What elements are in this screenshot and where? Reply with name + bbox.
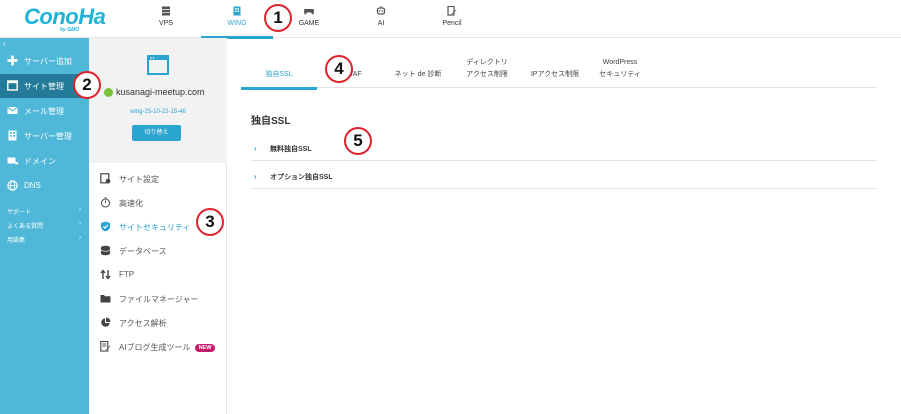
- window-icon: [7, 80, 18, 91]
- chevron-right-icon: ›: [254, 144, 257, 153]
- logo-subtext: by GMO: [60, 27, 80, 33]
- main-content: 独自SSL WAF ネット de 診断 ディレクトリ アクセス制限 IPアクセス…: [227, 38, 901, 414]
- topnav-ai-label: AI: [377, 20, 385, 27]
- sidebar-link-faq[interactable]: よくある質問 ›: [7, 221, 85, 230]
- chevron-right-icon: ›: [79, 207, 81, 213]
- tab-net-diagnosis[interactable]: ネット de 診断: [387, 58, 449, 88]
- submenu-label: FTP: [119, 270, 135, 279]
- section-title: 独自SSL: [251, 116, 291, 127]
- sidebar-item-mail-management[interactable]: メール管理: [0, 99, 89, 123]
- ai-doc-icon: [100, 341, 111, 352]
- submenu-label: サイトセキュリティ: [119, 223, 191, 232]
- annotation-marker-1: 1: [264, 4, 292, 32]
- sidebar-item-server-management[interactable]: サーバー管理: [0, 124, 89, 148]
- sidebar-item-add-server[interactable]: サーバー追加: [0, 49, 89, 73]
- submenu-label: AIブログ生成ツール NEW: [119, 342, 216, 353]
- submenu-ftp[interactable]: FTP: [89, 264, 227, 286]
- annotation-marker-5: 5: [344, 127, 372, 155]
- submenu-label: サイト設定: [119, 175, 159, 184]
- ai-chip-icon: [376, 6, 386, 15]
- sidebar-link-label: よくある質問: [7, 224, 44, 230]
- submenu-label-text: AIブログ生成ツール: [119, 343, 191, 352]
- sidebar-item-label: サーバー管理: [24, 132, 72, 141]
- globe-icon: [7, 180, 18, 191]
- sidebar-item-domain[interactable]: ドメイン: [0, 149, 89, 173]
- sidebar-item-label: サイト管理: [24, 82, 64, 91]
- transfer-arrows-icon: [100, 269, 111, 280]
- server-card: kusanagi-meetup.com wing-25-10-22-15-46 …: [89, 38, 227, 163]
- tab-wordpress-security[interactable]: WordPress セキュリティ: [587, 58, 653, 88]
- topnav-ai[interactable]: AI: [345, 0, 417, 38]
- tab-ip-access[interactable]: IPアクセス制限: [523, 58, 587, 88]
- topnav-vps-label: VPS: [158, 20, 173, 27]
- annotation-marker-2: 2: [73, 71, 101, 99]
- sidebar-link-glossary[interactable]: 用語集 ›: [7, 235, 85, 244]
- sidebar-link-label: 用語集: [7, 238, 26, 244]
- topnav-pencil[interactable]: Pencil: [416, 0, 488, 38]
- server-name: kusanagi-meetup.com: [116, 87, 205, 97]
- topnav-vps[interactable]: VPS: [130, 0, 202, 38]
- submenu-ai-blog-tool[interactable]: AIブログ生成ツール NEW: [89, 336, 227, 358]
- pie-chart-icon: [101, 317, 111, 327]
- submenu-label: 高速化: [119, 199, 143, 208]
- sidebar-item-label: ドメイン: [24, 157, 56, 166]
- tab-label-line1: WordPress: [602, 59, 638, 66]
- submenu-label: ファイルマネージャー: [119, 295, 199, 304]
- topnav-wing-label: WING: [227, 20, 247, 27]
- switch-server-button[interactable]: 切り替え: [132, 125, 181, 141]
- sidebar-item-label: DNS: [24, 181, 41, 190]
- tab-label: 独自SSL: [265, 71, 293, 78]
- building-icon: [8, 130, 17, 141]
- server-id: wing-25-10-22-15-46: [130, 109, 186, 115]
- submenu-file-manager[interactable]: ファイルマネージャー: [89, 288, 227, 310]
- topnav-wing[interactable]: WING: [201, 0, 273, 39]
- tab-label-line1: ディレクトリ: [466, 59, 508, 66]
- annotation-marker-3: 3: [196, 208, 224, 236]
- sidebar-item-label: サーバー追加: [24, 57, 72, 66]
- submenu-site-settings[interactable]: サイト設定: [89, 168, 227, 190]
- shield-check-icon: [101, 221, 110, 232]
- chevron-right-icon: ›: [79, 235, 81, 241]
- option-ssl-row[interactable]: › オプション独自SSL: [251, 164, 877, 189]
- tab-label-line2: アクセス制限: [466, 71, 508, 78]
- accordion-label: オプション独自SSL: [270, 174, 333, 181]
- tab-label: IPアクセス制限: [530, 71, 580, 78]
- mail-icon: [7, 106, 18, 114]
- server-icon: [162, 6, 170, 16]
- sidebar-link-support[interactable]: サポート ›: [7, 207, 85, 216]
- plus-icon: [7, 55, 18, 66]
- submenu-label: データベース: [119, 247, 167, 256]
- submenu-database[interactable]: データベース: [89, 240, 227, 262]
- submenu-label: アクセス解析: [119, 319, 167, 328]
- conoha-logo[interactable]: ConoHa by GMO: [24, 6, 118, 34]
- sidebar-link-label: サポート: [7, 210, 32, 216]
- gamepad-icon: [304, 9, 314, 15]
- tab-directory-access[interactable]: ディレクトリ アクセス制限: [451, 58, 523, 88]
- tab-ssl[interactable]: 独自SSL: [241, 58, 317, 90]
- tab-label-line2: セキュリティ: [599, 71, 641, 78]
- server-status-indicator: [104, 88, 113, 97]
- chevron-right-icon: ›: [254, 172, 257, 181]
- new-badge: NEW: [194, 344, 216, 352]
- annotation-marker-4: 4: [325, 55, 353, 83]
- logo-text: ConoHa: [24, 4, 106, 29]
- browser-window-icon: [147, 55, 169, 75]
- submenu-access-analytics[interactable]: アクセス解析: [89, 312, 227, 334]
- database-icon: [100, 245, 111, 256]
- domain-icon: [7, 157, 18, 165]
- settings-page-icon: [100, 173, 111, 184]
- folder-icon: [100, 295, 111, 303]
- sidebar-collapse-toggle[interactable]: ‹: [3, 40, 11, 48]
- accordion-label: 無料独自SSL: [270, 146, 312, 153]
- sidebar-item-label: メール管理: [24, 107, 64, 116]
- stopwatch-icon: [101, 197, 110, 208]
- sidebar-item-dns[interactable]: DNS: [0, 174, 89, 198]
- pencil-doc-icon: [447, 6, 457, 16]
- topnav-pencil-label: Pencil: [442, 20, 462, 27]
- chevron-right-icon: ›: [79, 221, 81, 227]
- top-bar: ConoHa by GMO VPS WING GAME AI Pencil: [0, 0, 901, 39]
- tab-label: ネット de 診断: [394, 71, 442, 78]
- building-icon: [233, 6, 241, 16]
